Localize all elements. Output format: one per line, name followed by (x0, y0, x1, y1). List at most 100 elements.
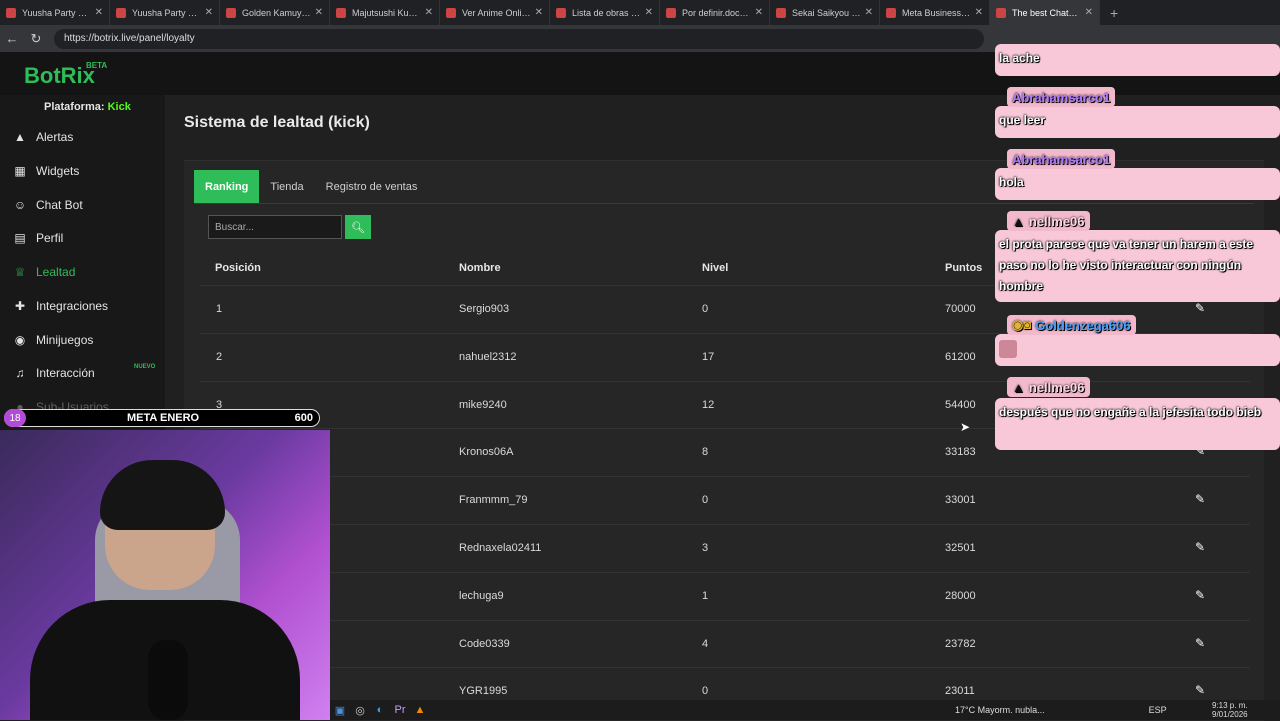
browser-tab-label: Majutsushi Kunon wa (352, 7, 421, 18)
close-tab-icon[interactable]: ✕ (975, 7, 983, 18)
browser-tab[interactable]: Lista de obras en se ✕ (550, 0, 660, 25)
cell-name: Code0339 (459, 637, 510, 650)
close-tab-icon[interactable]: ✕ (205, 7, 213, 18)
edge-icon[interactable]: ◐ (370, 704, 390, 716)
warning-icon: ▲ (14, 130, 26, 144)
sidebar-item-interaccin[interactable]: ♫ Interacción (12, 366, 95, 380)
person-hair-shape (100, 460, 225, 530)
search-button[interactable]: 🔍︎ (345, 215, 371, 239)
browser-tab-label: Sekai Saikyou no Ko (792, 7, 861, 18)
close-tab-icon[interactable]: ✕ (535, 7, 543, 18)
platform-value: Kick (107, 101, 131, 113)
close-tab-icon[interactable]: ✕ (865, 7, 873, 18)
sidebar-item-label: Minijuegos (36, 333, 94, 347)
close-tab-icon[interactable]: ✕ (645, 7, 653, 18)
premiere-icon[interactable]: Pr (390, 704, 410, 716)
browser-tab[interactable]: Yuusha Party wo Oidasa ✕ (0, 0, 110, 25)
cell-points: 32501 (945, 542, 976, 554)
warning-icon: ▲ (1012, 379, 1025, 395)
puzzle-icon: ✚ (14, 299, 26, 313)
cell-points: 23782 (945, 637, 976, 650)
address-bar[interactable]: https://botrix.live/panel/loyalty (54, 28, 984, 49)
close-tab-icon[interactable]: ✕ (1085, 7, 1093, 18)
browser-tab[interactable]: Ver Anime Online - T ✕ (440, 0, 550, 25)
edit-icon[interactable]: ✎ (1195, 540, 1205, 554)
chat-message: la ache (995, 44, 1280, 76)
close-tab-icon[interactable]: ✕ (95, 7, 103, 18)
cell-level: 4 (702, 637, 709, 650)
clock-time: 9:13 p. m. (1212, 701, 1248, 710)
browser-tab[interactable]: Majutsushi Kunon wa ✕ (330, 0, 440, 25)
new-tab-icon[interactable]: + (1110, 5, 1118, 21)
search-input[interactable] (208, 215, 342, 239)
tab-divider (194, 203, 1254, 204)
sidebar-item-widgets[interactable]: ▦ Widgets (12, 164, 79, 178)
platform-label: Plataforma: (44, 101, 105, 113)
reload-icon[interactable]: ↻ (24, 31, 48, 47)
browser-tab-label: Golden Kamuy: Saishu (242, 7, 311, 18)
sidebar-item-lealtad[interactable]: ♕ Lealtad (12, 265, 76, 279)
browser-tab[interactable]: Sekai Saikyou no Ko ✕ (770, 0, 880, 25)
cell-name: Kronos06A (459, 446, 514, 459)
cell-points: 70000 (945, 303, 976, 315)
app-icon[interactable]: ▣ (330, 704, 350, 717)
edit-icon[interactable]: ✎ (1195, 301, 1205, 315)
browser-tab-label: Yuusha Party ni Kawai (132, 7, 201, 18)
cell-points: 54400 (945, 398, 976, 411)
sidebar-item-perfil[interactable]: ▤ Perfil (12, 231, 63, 245)
column-header-position[interactable]: Posición (215, 262, 261, 274)
browser-tab[interactable]: Por definir.docx - Do ✕ (660, 0, 770, 25)
platform-indicator: Plataforma: Kick (44, 101, 131, 113)
close-tab-icon[interactable]: ✕ (425, 7, 433, 18)
browser-tab-label: Por definir.docx - Do (682, 7, 751, 18)
edit-icon[interactable]: ✎ (1195, 588, 1205, 602)
tab-tienda[interactable]: Tienda (259, 170, 314, 203)
browser-tab-label: Ver Anime Online - T (462, 7, 531, 18)
cell-points: 61200 (945, 350, 976, 363)
cell-position: 2 (216, 350, 223, 363)
sidebar-item-alertas[interactable]: ▲ Alertas (12, 130, 73, 144)
close-tab-icon[interactable]: ✕ (755, 7, 763, 18)
tab-registro-ventas[interactable]: Registro de ventas (315, 170, 429, 203)
favicon-icon (446, 7, 456, 18)
cell-level: 0 (702, 685, 709, 698)
goal-value: 600 (294, 412, 313, 424)
browser-tab[interactable]: The best ChatBot ar ✕ (990, 0, 1100, 25)
trophy-icon: ♕ (14, 265, 26, 279)
clock[interactable]: 9:13 p. m. 9/01/2026 (1212, 701, 1248, 719)
sidebar-item-minijuegos[interactable]: ◉ Minijuegos (12, 333, 94, 347)
vlc-icon[interactable]: ▲ (410, 704, 430, 716)
sidebar-item-chatbot[interactable]: ☺ Chat Bot (12, 198, 83, 212)
favicon-icon (6, 7, 16, 18)
cell-level: 3 (702, 542, 709, 554)
column-header-level[interactable]: Nivel (702, 262, 728, 274)
column-header-points[interactable]: Puntos (945, 262, 982, 274)
loyalty-tabs: Ranking Tienda Registro de ventas (194, 170, 428, 203)
search-icon: 🔍︎ (351, 221, 365, 234)
language-indicator[interactable]: ESP (1149, 705, 1167, 715)
sidebar-item-integraciones[interactable]: ✚ Integraciones (12, 299, 108, 313)
browser-tab[interactable]: Golden Kamuy: Saishu ✕ (220, 0, 330, 25)
edit-icon[interactable]: ✎ (1195, 683, 1205, 697)
cell-position: 1 (216, 303, 223, 315)
sidebar-item-label: Chat Bot (36, 198, 83, 212)
close-tab-icon[interactable]: ✕ (315, 7, 323, 18)
edit-icon[interactable]: ✎ (1195, 636, 1205, 650)
app-icon[interactable]: ◎ (350, 704, 370, 717)
column-header-name[interactable]: Nombre (459, 262, 501, 274)
browser-tab[interactable]: Yuusha Party ni Kawai ✕ (110, 0, 220, 25)
nuevo-badge: NUEVO (134, 364, 156, 370)
microphone-shape (148, 640, 188, 720)
favicon-icon (226, 7, 236, 18)
tab-ranking[interactable]: Ranking (194, 170, 260, 203)
weather-widget[interactable]: 17°C Mayorm. nubla... ESP (955, 700, 1167, 720)
cell-level: 0 (702, 494, 709, 507)
cell-name: Rednaxela02411 (459, 542, 542, 554)
edit-icon[interactable]: ✎ (1195, 492, 1205, 506)
favicon-icon (666, 7, 676, 18)
browser-tab[interactable]: Meta Business Suite ✕ (880, 0, 990, 25)
botrix-logo[interactable]: BotRix BETA (24, 61, 107, 89)
cell-name: mike9240 (459, 398, 507, 411)
back-icon[interactable]: ← (0, 31, 24, 46)
gamepad-icon: ◉ (14, 333, 26, 347)
